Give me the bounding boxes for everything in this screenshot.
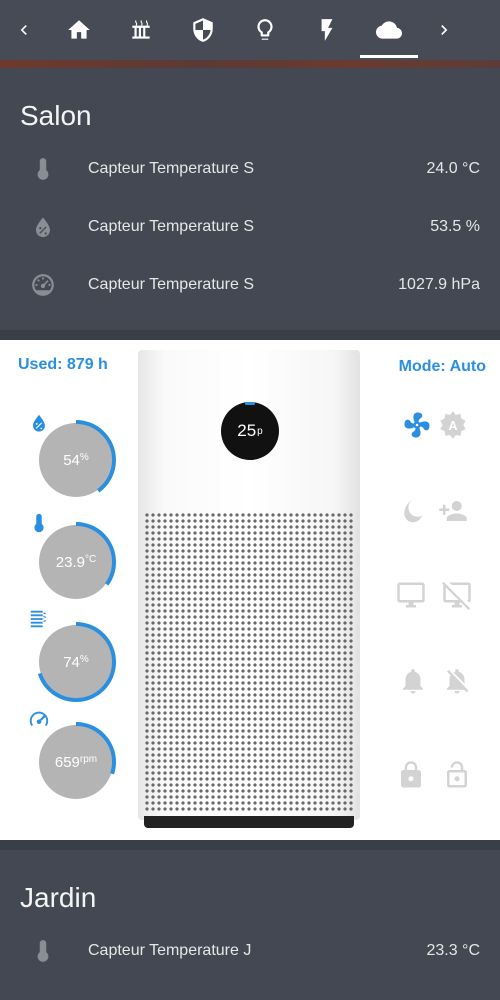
shield-icon xyxy=(193,18,213,42)
gauge-value: 23.9 xyxy=(55,553,85,571)
gauge-unit: % xyxy=(79,653,89,665)
fan-mode-button[interactable] xyxy=(402,410,432,440)
gauge-value: 54 xyxy=(63,451,80,469)
salon-row-value: 1027.9 hPa xyxy=(398,276,480,293)
monitor-icon xyxy=(397,582,425,608)
radiator-icon xyxy=(132,20,150,39)
salon-row-name: Capteur Temperature S xyxy=(88,276,255,293)
cloud-icon xyxy=(376,21,402,39)
lightning-icon xyxy=(321,19,333,41)
jardin-title: Jardin xyxy=(20,882,97,913)
auto-mode-button[interactable]: A xyxy=(438,410,468,440)
gauge-filter-life: 74% xyxy=(36,622,116,702)
jardin-card: Jardin Capteur Temperature J 23.3 °C xyxy=(0,850,500,1000)
chevron-left-icon xyxy=(20,25,27,35)
gauge-temperature: 23.9 °C xyxy=(36,522,116,602)
child-lock-off-button[interactable] xyxy=(442,760,472,790)
display-off-button[interactable] xyxy=(442,580,472,610)
lock-icon xyxy=(401,761,421,788)
top-navigation xyxy=(0,0,500,60)
salon-row-value: 24.0 °C xyxy=(426,160,480,177)
nav-next-button[interactable] xyxy=(420,0,468,60)
buzzer-off-button[interactable] xyxy=(442,666,472,696)
purifier-base xyxy=(144,816,354,828)
gauge-value: 74 xyxy=(63,653,80,671)
jardin-row-value: 23.3 °C xyxy=(426,942,480,959)
svg-text:A: A xyxy=(448,419,457,433)
tab-home[interactable] xyxy=(48,0,110,60)
filter-used-hours: Used: 879 h xyxy=(18,356,108,373)
mode-label[interactable]: Mode: Auto xyxy=(399,358,486,376)
tab-security[interactable] xyxy=(172,0,234,60)
salon-row-humidity[interactable]: Capteur Temperature S 53.5 % xyxy=(0,198,500,256)
favorite-user-icon xyxy=(439,501,467,521)
thermometer-icon xyxy=(37,940,49,962)
gauge-unit: % xyxy=(79,451,89,463)
water-percent-icon xyxy=(35,217,51,238)
salon-row-pressure[interactable]: Capteur Temperature S 1027.9 hPa xyxy=(0,256,500,314)
background-strip xyxy=(0,60,500,68)
pm25-unit: p xyxy=(257,425,263,437)
jardin-row-temperature[interactable]: Capteur Temperature J 23.3 °C xyxy=(0,922,500,980)
home-icon xyxy=(68,20,90,39)
lightbulb-icon xyxy=(257,19,273,40)
salon-row-value: 53.5 % xyxy=(430,218,480,235)
jardin-row-name: Capteur Temperature J xyxy=(88,942,252,959)
favorite-mode-button[interactable] xyxy=(438,496,468,526)
tab-lights[interactable] xyxy=(234,0,296,60)
monitor-off-icon xyxy=(442,581,471,610)
lock-open-icon xyxy=(447,761,467,788)
salon-title: Salon xyxy=(20,100,92,131)
bell-off-icon xyxy=(447,669,469,694)
auto-mode-icon: A xyxy=(440,411,466,439)
chevron-right-icon xyxy=(441,25,448,35)
pm25-indicator xyxy=(245,402,255,405)
gauge-unit: °C xyxy=(84,553,97,565)
gauge-unit: rpm xyxy=(79,753,98,765)
tab-weather[interactable] xyxy=(358,0,420,60)
gauge-icon xyxy=(32,274,54,296)
thermometer-icon xyxy=(37,158,49,180)
gauge-humidity: 54% xyxy=(36,420,116,500)
tab-energy[interactable] xyxy=(296,0,358,60)
nav-prev-button[interactable] xyxy=(0,0,48,60)
gauge-motor-speed: 659 rpm xyxy=(36,722,116,802)
salon-row-temperature[interactable]: Capteur Temperature S 24.0 °C xyxy=(0,140,500,198)
pm25-value: 25 xyxy=(237,421,257,440)
buzzer-on-button[interactable] xyxy=(398,666,428,696)
salon-card: Salon Capteur Temperature S 24.0 °C Capt… xyxy=(0,68,500,330)
gauge-value: 659 xyxy=(54,753,80,771)
tab-heating[interactable] xyxy=(110,0,172,60)
night-mode-button[interactable] xyxy=(398,496,428,526)
pm25-display: 25 p xyxy=(221,402,279,460)
child-lock-on-button[interactable] xyxy=(396,760,426,790)
salon-row-name: Capteur Temperature S xyxy=(88,218,255,235)
purifier-image: 25 p xyxy=(138,350,360,830)
fan-icon xyxy=(404,412,430,438)
purifier-grill xyxy=(144,512,354,812)
salon-row-name: Capteur Temperature S xyxy=(88,160,255,177)
night-mode-icon xyxy=(404,498,423,523)
bell-icon xyxy=(403,669,423,694)
display-on-button[interactable] xyxy=(396,580,426,610)
